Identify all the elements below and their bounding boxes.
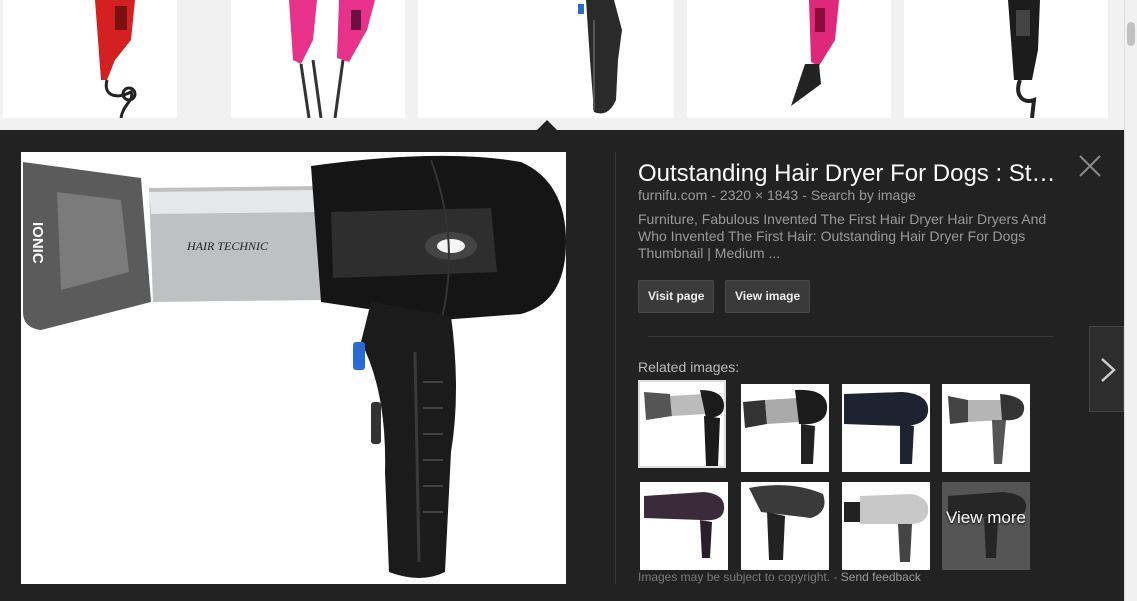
- view-image-button[interactable]: View image: [725, 280, 811, 313]
- source-domain[interactable]: furnifu.com: [638, 187, 707, 203]
- close-icon[interactable]: [1078, 154, 1102, 178]
- send-feedback-link[interactable]: Send feedback: [841, 570, 921, 584]
- related-image-3[interactable]: [842, 384, 930, 472]
- next-image-button[interactable]: [1089, 326, 1124, 412]
- thumbnail-black-dryer-2[interactable]: [904, 0, 1108, 118]
- related-image-5[interactable]: [640, 482, 728, 570]
- section-divider: [648, 336, 1053, 337]
- image-title[interactable]: Outstanding Hair Dryer For Dogs : St…: [638, 160, 1068, 188]
- selection-pointer: [537, 120, 557, 130]
- page-scrollbar[interactable]: [1124, 0, 1137, 601]
- meta-separator: -: [711, 187, 716, 203]
- image-search-page: IONIC HAIR TECHNIC Outstanding Hair Drye…: [0, 0, 1137, 601]
- related-image-7[interactable]: [842, 482, 930, 570]
- chevron-right-icon: [1101, 358, 1116, 382]
- view-more-label: View more: [946, 508, 1026, 527]
- preview-image[interactable]: IONIC HAIR TECHNIC: [21, 152, 566, 584]
- related-images-label: Related images:: [638, 359, 740, 375]
- view-more-tile[interactable]: View more: [942, 482, 1030, 570]
- related-image-1[interactable]: [637, 379, 727, 469]
- thumbnail-black-dryer[interactable]: [418, 0, 674, 118]
- image-description: Furniture, Fabulous Invented The First H…: [638, 211, 1047, 261]
- image-meta: furnifu.com -2320 × 1843- Search by image: [638, 187, 916, 203]
- related-image-2[interactable]: [741, 384, 829, 472]
- thumbnail-red-dryer[interactable]: [3, 0, 177, 118]
- thumbnail-magenta-dryer[interactable]: [687, 0, 891, 118]
- footer-separator: -: [833, 570, 838, 584]
- copyright-notice: Images may be subject to copyright.: [638, 570, 831, 584]
- thumbnail-pink-dryers[interactable]: [231, 0, 405, 118]
- brand-logo-text: HAIR TECHNIC: [186, 239, 269, 253]
- image-preview-panel: IONIC HAIR TECHNIC Outstanding Hair Drye…: [0, 130, 1124, 601]
- search-by-image-link[interactable]: Search by image: [811, 187, 916, 203]
- related-image-6[interactable]: [741, 482, 829, 570]
- scrollbar-thumb[interactable]: [1127, 22, 1135, 46]
- visit-page-button[interactable]: Visit page: [638, 280, 715, 313]
- brand-ionic-text: IONIC: [29, 222, 46, 264]
- panel-footer: Images may be subject to copyright. - Se…: [638, 570, 921, 584]
- meta-separator: -: [802, 187, 807, 203]
- panel-divider: [615, 152, 616, 584]
- related-image-4[interactable]: [942, 384, 1030, 472]
- thumbnail-strip: [0, 0, 1124, 130]
- image-dimensions: 2320 × 1843: [719, 187, 799, 203]
